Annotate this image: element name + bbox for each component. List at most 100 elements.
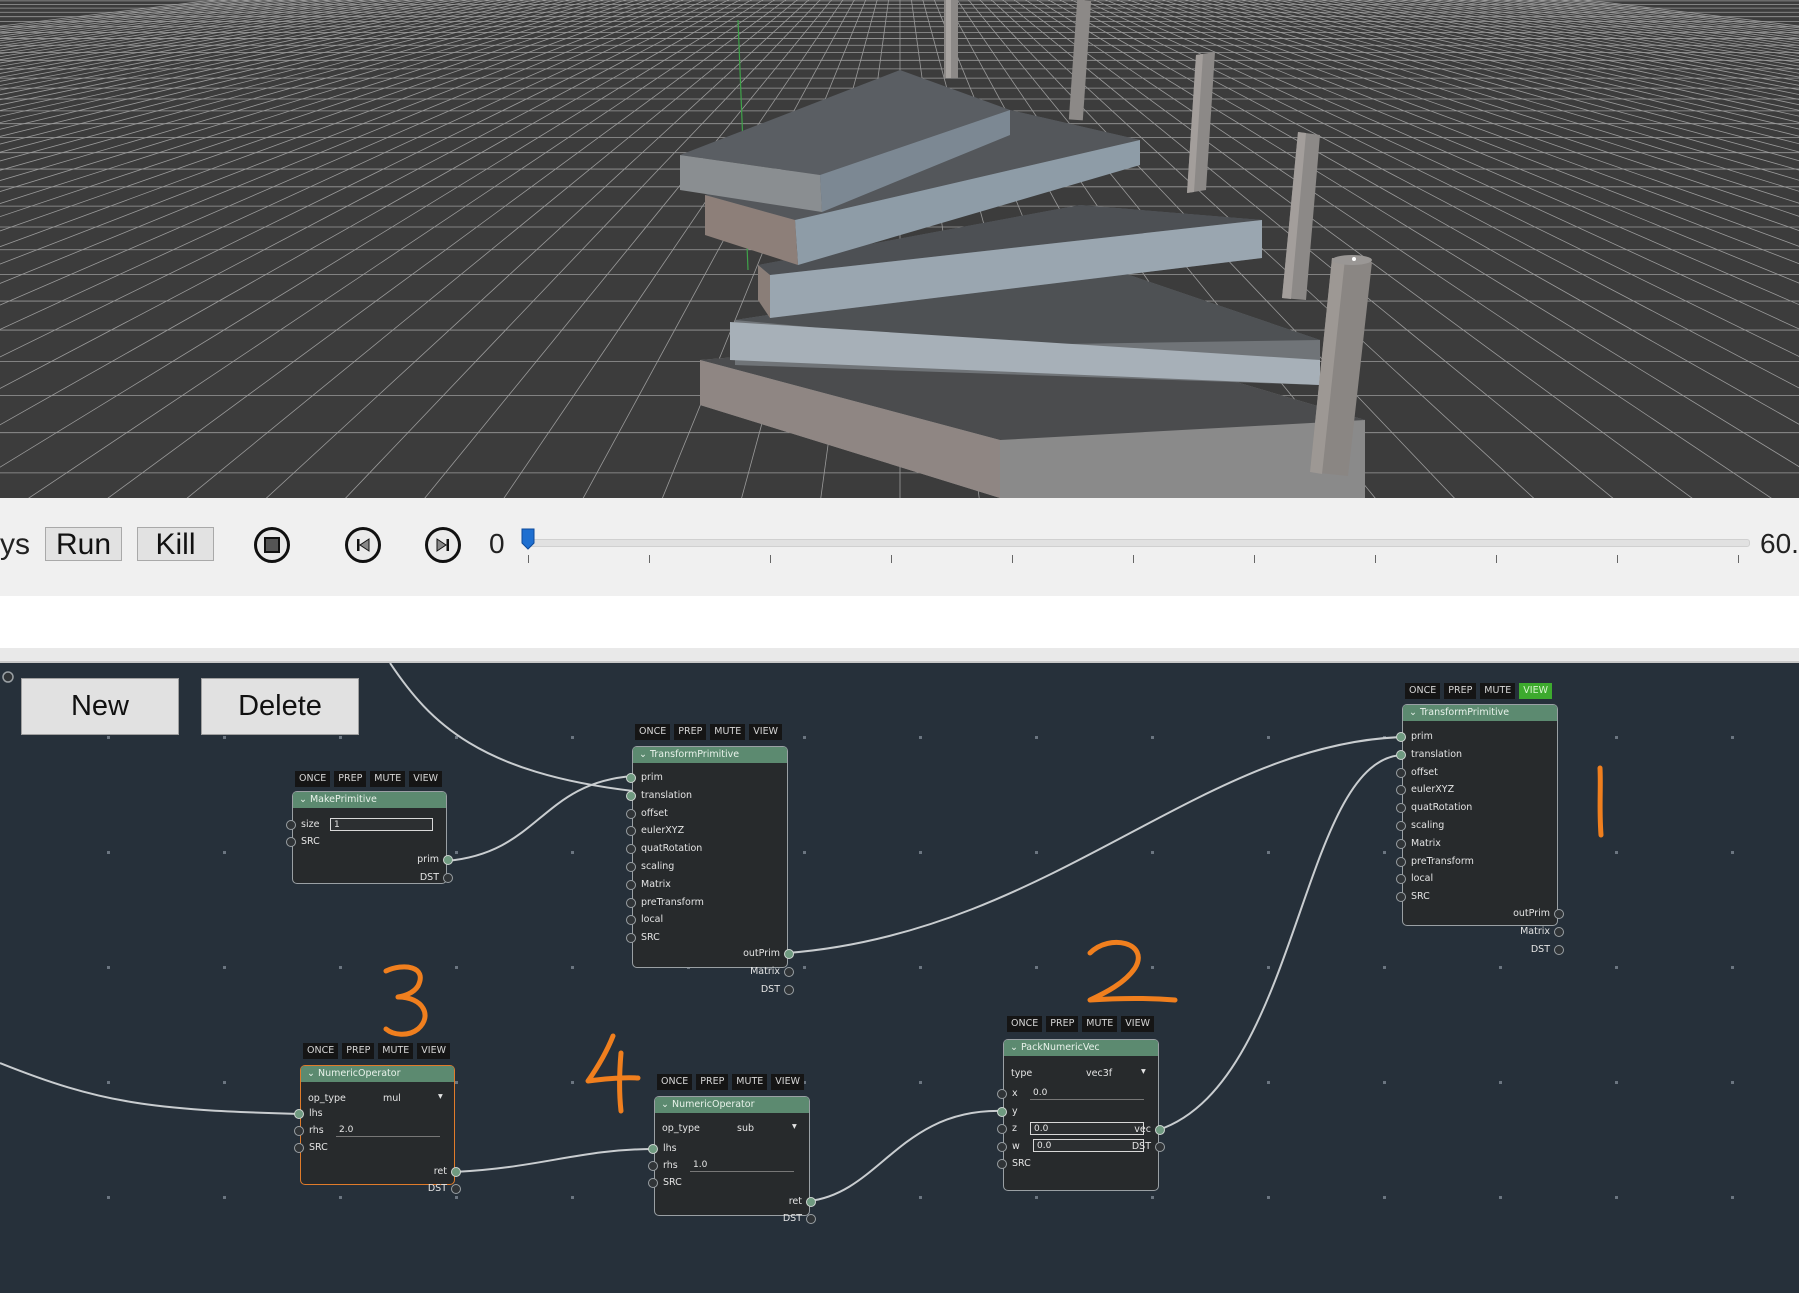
value-field[interactable]: 1.0 — [690, 1159, 794, 1172]
prep-toggle[interactable]: PREP — [342, 1043, 375, 1059]
output-port[interactable] — [1554, 945, 1564, 955]
dropdown[interactable]: mul — [383, 1093, 443, 1104]
node-title[interactable]: ⌄ MakePrimitive — [293, 792, 446, 808]
output-port[interactable] — [806, 1214, 816, 1224]
dropdown[interactable]: vec3f — [1086, 1068, 1146, 1079]
input-port[interactable] — [997, 1106, 1007, 1117]
run-button[interactable]: Run — [45, 527, 122, 561]
prep-toggle[interactable]: PREP — [696, 1074, 729, 1090]
input-port[interactable] — [626, 808, 636, 819]
output-port[interactable] — [806, 1197, 816, 1207]
input-port[interactable] — [626, 897, 636, 908]
once-toggle[interactable]: ONCE — [657, 1074, 693, 1090]
node-title[interactable]: ⌄ NumericOperator — [301, 1066, 454, 1082]
input-port[interactable] — [1396, 767, 1406, 778]
stop-button[interactable] — [254, 527, 290, 563]
grid-dot — [455, 1081, 458, 1084]
once-toggle[interactable]: ONCE — [1405, 683, 1441, 699]
value-field[interactable]: 2.0 — [336, 1124, 440, 1137]
input-port[interactable] — [997, 1159, 1007, 1169]
once-toggle[interactable]: ONCE — [303, 1043, 339, 1059]
numeric-mul-flags: ONCE PREP MUTE VIEW — [303, 1043, 450, 1059]
input-port[interactable] — [648, 1161, 658, 1171]
input-port[interactable] — [294, 1143, 304, 1153]
output-port[interactable] — [784, 967, 794, 977]
panel-splitter[interactable] — [0, 648, 1799, 663]
input-port[interactable] — [286, 820, 296, 830]
3d-viewport[interactable] — [0, 0, 1799, 498]
input-port[interactable] — [1396, 821, 1406, 831]
view-toggle[interactable]: VIEW — [1121, 1016, 1154, 1032]
input-port[interactable] — [286, 837, 296, 847]
port-label: ret — [788, 1196, 802, 1207]
output-port[interactable] — [451, 1167, 461, 1177]
node-graph-editor[interactable]: New Delete ONCE PREP MUTE VIEW ⌄ MakePri… — [0, 663, 1799, 1293]
node-title[interactable]: ⌄ TransformPrimitive — [1403, 705, 1557, 721]
input-port[interactable] — [1396, 856, 1406, 867]
output-port[interactable] — [1554, 927, 1564, 937]
input-port[interactable] — [626, 862, 636, 872]
delete-node-button[interactable]: Delete — [201, 678, 359, 735]
input-port[interactable] — [1396, 749, 1406, 760]
output-port[interactable] — [784, 949, 794, 959]
node-title[interactable]: ⌄ TransformPrimitive — [633, 747, 787, 763]
slider-thumb[interactable] — [521, 528, 535, 550]
grid-dot — [107, 1081, 110, 1084]
mute-toggle[interactable]: MUTE — [732, 1074, 768, 1090]
input-port[interactable] — [626, 790, 636, 801]
output-port[interactable] — [443, 873, 453, 883]
prep-toggle[interactable]: PREP — [334, 771, 367, 787]
view-toggle[interactable]: VIEW — [409, 771, 442, 787]
kill-button[interactable]: Kill — [137, 527, 214, 561]
input-port[interactable] — [626, 773, 636, 783]
viewport-scene — [0, 0, 1799, 498]
mute-toggle[interactable]: MUTE — [1082, 1016, 1118, 1032]
output-port[interactable] — [1155, 1125, 1165, 1135]
step-back-button[interactable] — [345, 527, 381, 563]
port-label: ret — [433, 1166, 447, 1177]
status-bar — [0, 596, 1799, 648]
frame-slider[interactable] — [526, 539, 1750, 547]
prep-toggle[interactable]: PREP — [674, 724, 707, 740]
port-label: Matrix — [641, 878, 671, 890]
prep-toggle[interactable]: PREP — [1046, 1016, 1079, 1032]
once-toggle[interactable]: ONCE — [1007, 1016, 1043, 1032]
node-title[interactable]: ⌄ NumericOperator — [655, 1097, 809, 1113]
output-port[interactable] — [784, 985, 794, 995]
port-label: lhs — [309, 1108, 323, 1119]
input-port[interactable] — [626, 879, 636, 890]
value-field[interactable]: 0.0 — [1030, 1087, 1144, 1100]
mute-toggle[interactable]: MUTE — [710, 724, 746, 740]
output-port[interactable] — [1554, 909, 1564, 919]
view-toggle[interactable]: VIEW — [1519, 683, 1552, 699]
view-toggle[interactable]: VIEW — [417, 1043, 450, 1059]
step-forward-button[interactable] — [425, 527, 461, 563]
port-label: local — [641, 914, 664, 926]
mute-toggle[interactable]: MUTE — [1480, 683, 1516, 699]
output-port[interactable] — [443, 855, 453, 865]
input-port[interactable] — [648, 1144, 658, 1154]
input-port[interactable] — [294, 1109, 304, 1119]
input-port[interactable] — [1396, 838, 1406, 849]
input-port[interactable] — [648, 1178, 658, 1188]
dropdown[interactable]: sub — [737, 1123, 797, 1134]
port-label: SRC — [301, 836, 320, 847]
slider-tick — [770, 555, 771, 563]
input-port[interactable] — [997, 1124, 1007, 1134]
view-toggle[interactable]: VIEW — [749, 724, 782, 740]
output-port[interactable] — [451, 1184, 461, 1194]
mute-toggle[interactable]: MUTE — [378, 1043, 414, 1059]
prep-toggle[interactable]: PREP — [1444, 683, 1477, 699]
mute-toggle[interactable]: MUTE — [370, 771, 406, 787]
input-port[interactable] — [997, 1089, 1007, 1099]
node-title[interactable]: ⌄ PackNumericVec — [1004, 1040, 1158, 1056]
output-port[interactable] — [1155, 1142, 1165, 1152]
new-node-button[interactable]: New — [21, 678, 179, 735]
input-port[interactable] — [294, 1126, 304, 1136]
value-field[interactable]: 1 — [330, 818, 433, 831]
input-port[interactable] — [1396, 732, 1406, 742]
once-toggle[interactable]: ONCE — [635, 724, 671, 740]
view-toggle[interactable]: VIEW — [771, 1074, 804, 1090]
once-toggle[interactable]: ONCE — [295, 771, 331, 787]
input-port[interactable] — [997, 1141, 1007, 1152]
